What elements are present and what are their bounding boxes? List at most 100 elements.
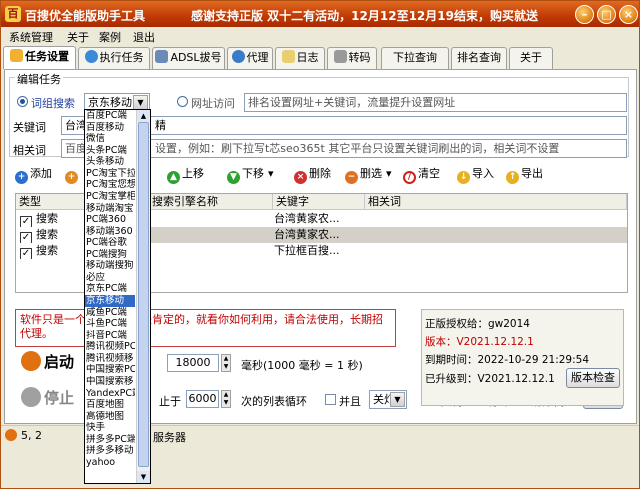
delete-select-button[interactable]: − 删选 ▾ xyxy=(345,165,392,184)
dropdown-option[interactable]: 拼多多移动 xyxy=(85,445,135,457)
shutdown-select[interactable]: 关灯 ▼ xyxy=(369,390,407,409)
dropdown-option[interactable]: 百度移动 xyxy=(85,122,135,134)
dropdown-option[interactable]: 京东移动 xyxy=(85,295,135,307)
dropdown-option[interactable]: 移动端淘宝 xyxy=(85,203,135,215)
tools-icon xyxy=(333,50,347,63)
engine-dropdown-list[interactable]: 百度PC端 百度移动 微信 头条PC端 头条移动 PC淘宝下拉 PC淘宝您想 PC淘宝掌柜 移动… xyxy=(84,109,151,484)
import-small-button[interactable]: + xyxy=(65,165,80,184)
dropdown-option[interactable]: 百度PC端 xyxy=(85,110,135,122)
dropdown-option[interactable]: 头条移动 xyxy=(85,156,135,168)
scroll-down-icon[interactable]: ▼ xyxy=(137,471,150,483)
edit-task-title: 编辑任务 xyxy=(15,71,63,87)
version-check-button[interactable]: 版本检查 xyxy=(566,368,620,388)
row-checkbox[interactable]: ✓ xyxy=(20,216,32,227)
chevron-down-icon[interactable]: ▼ xyxy=(133,95,148,110)
radio-url-visit[interactable] xyxy=(177,96,188,107)
scroll-up-icon[interactable]: ▲ xyxy=(137,110,150,122)
dropdown-option[interactable]: 快手 xyxy=(85,422,135,434)
dropdown-option[interactable]: 腾讯视频移 xyxy=(85,353,135,365)
and-checkbox[interactable] xyxy=(325,394,336,405)
dropdown-option[interactable]: 咸鱼PC端 xyxy=(85,307,135,319)
play-icon xyxy=(21,351,41,371)
interval-stepper[interactable]: ▲ ▼ xyxy=(221,354,231,372)
move-up-button[interactable]: ▲ 上移 xyxy=(167,165,204,184)
status-position: 5, 2 xyxy=(21,429,42,442)
radio-word-search[interactable] xyxy=(17,96,28,107)
status-server: 服务器 xyxy=(153,431,186,444)
menu-cases[interactable]: 案例 xyxy=(99,29,121,45)
row-checkbox[interactable]: ✓ xyxy=(20,248,32,259)
row-keyword: 台湾黄家农... xyxy=(274,212,340,225)
dropdown-option[interactable]: YandexPC端 xyxy=(85,388,135,400)
col-engine[interactable]: 搜索引擎名称 xyxy=(149,194,273,210)
dropdown-option[interactable]: 头条PC端 xyxy=(85,145,135,157)
dropdown-option[interactable]: PC端360 xyxy=(85,214,135,226)
delete-button[interactable]: × 删除 xyxy=(294,165,331,184)
url-input[interactable]: 排名设置网址+关键词，流量提升设置网址 xyxy=(244,93,627,112)
tab-task-settings[interactable]: 任务设置 xyxy=(3,46,76,69)
status-icon xyxy=(5,429,17,441)
dropdown-option[interactable]: 移动端360 xyxy=(85,226,135,238)
dropdown-option[interactable]: PC端谷歌 xyxy=(85,237,135,249)
dropdown-option[interactable]: 斗鱼PC端 xyxy=(85,318,135,330)
menu-about[interactable]: 关于 xyxy=(67,29,89,45)
import-button[interactable]: ↓ 导入 xyxy=(457,165,494,184)
stop-button[interactable]: 停止 xyxy=(21,387,74,408)
table-row[interactable]: ✓ 搜索 xyxy=(20,227,58,243)
menu-system[interactable]: 系统管理 xyxy=(9,29,53,45)
chevron-down-icon[interactable]: ▼ xyxy=(390,392,405,407)
dropdown-option[interactable]: 拼多多PC端 xyxy=(85,434,135,446)
clear-button[interactable]: / 清空 xyxy=(403,165,440,184)
maximize-button[interactable]: □ xyxy=(597,5,616,24)
stop-at-input[interactable]: 6000 xyxy=(186,390,219,408)
minimize-button[interactable]: – xyxy=(575,5,594,24)
table-row[interactable]: ✓ 搜索 xyxy=(20,243,58,259)
dropdown-option[interactable]: 京东PC端 xyxy=(85,283,135,295)
dropdown-option[interactable]: PC淘宝掌柜 xyxy=(85,191,135,203)
menu-exit[interactable]: 退出 xyxy=(133,29,155,45)
dropdown-option[interactable]: yahoo xyxy=(85,457,135,469)
title-bar[interactable]: 百 百搜优全能版助手工具 感谢支持正版 双十二有活动，12月12至12月19结束… xyxy=(1,1,639,27)
tab-run-task[interactable]: 执行任务 xyxy=(78,47,150,69)
export-button[interactable]: ↑ 导出 xyxy=(506,165,543,184)
dropdown-option[interactable]: 微信 xyxy=(85,133,135,145)
row-keyword: 台湾黄家农... xyxy=(274,228,340,241)
close-button[interactable]: × xyxy=(619,5,638,24)
dropdown-option[interactable]: 中国搜索移 xyxy=(85,376,135,388)
license-auth: 正版授权给：gw2014 xyxy=(425,318,530,330)
dropdown-option[interactable]: PC淘宝下拉 xyxy=(85,168,135,180)
tab-dropdown-query[interactable]: 下拉查询 xyxy=(381,47,449,69)
loop-label: 次的列表循环 xyxy=(241,395,307,408)
col-keyword[interactable]: 关键字 xyxy=(273,194,365,210)
radio-word-label: 词组搜索 xyxy=(31,97,75,110)
play-icon xyxy=(84,50,98,63)
dropdown-option[interactable]: PC端搜狗 xyxy=(85,249,135,261)
dropdown-option[interactable]: PC淘宝您想 xyxy=(85,179,135,191)
tab-adsl[interactable]: ADSL拔号 xyxy=(152,47,225,69)
row-checkbox[interactable]: ✓ xyxy=(20,232,32,243)
table-row[interactable]: ✓ 搜索 xyxy=(20,211,58,227)
license-version: 版本：V2021.12.12.1 xyxy=(425,336,534,348)
dropdown-option[interactable]: 中国搜索PC xyxy=(85,364,135,376)
add-button[interactable]: + 添加 xyxy=(15,165,52,184)
col-related[interactable]: 相关词 xyxy=(365,194,627,210)
arrow-down-icon: ▼ xyxy=(227,171,240,184)
interval-input[interactable]: 18000 xyxy=(167,354,219,372)
dropdown-scrollbar[interactable]: ▲ ▼ xyxy=(136,110,150,483)
dropdown-option[interactable]: 腾讯视频PC xyxy=(85,341,135,353)
orange-plus-icon: + xyxy=(65,171,78,184)
dropdown-option[interactable]: 抖音PC端 xyxy=(85,330,135,342)
tab-transcode[interactable]: 转码 xyxy=(327,47,377,69)
start-button[interactable]: 启动 xyxy=(21,351,74,372)
tab-proxy[interactable]: 代理 xyxy=(227,47,273,69)
stop-at-stepper[interactable]: ▲ ▼ xyxy=(221,390,231,408)
dropdown-option[interactable]: 百度地图 xyxy=(85,399,135,411)
tab-log[interactable]: 日志 xyxy=(275,47,325,69)
dropdown-option[interactable]: 必应 xyxy=(85,272,135,284)
tab-rank-query[interactable]: 排名查询 xyxy=(451,47,507,69)
dropdown-option[interactable]: 移动端搜狗 xyxy=(85,260,135,272)
scroll-thumb[interactable] xyxy=(138,122,149,467)
move-down-button[interactable]: ▼ 下移 ▾ xyxy=(227,165,274,184)
dropdown-option[interactable]: 高德地图 xyxy=(85,411,135,423)
tab-about[interactable]: 关于 xyxy=(509,47,553,69)
